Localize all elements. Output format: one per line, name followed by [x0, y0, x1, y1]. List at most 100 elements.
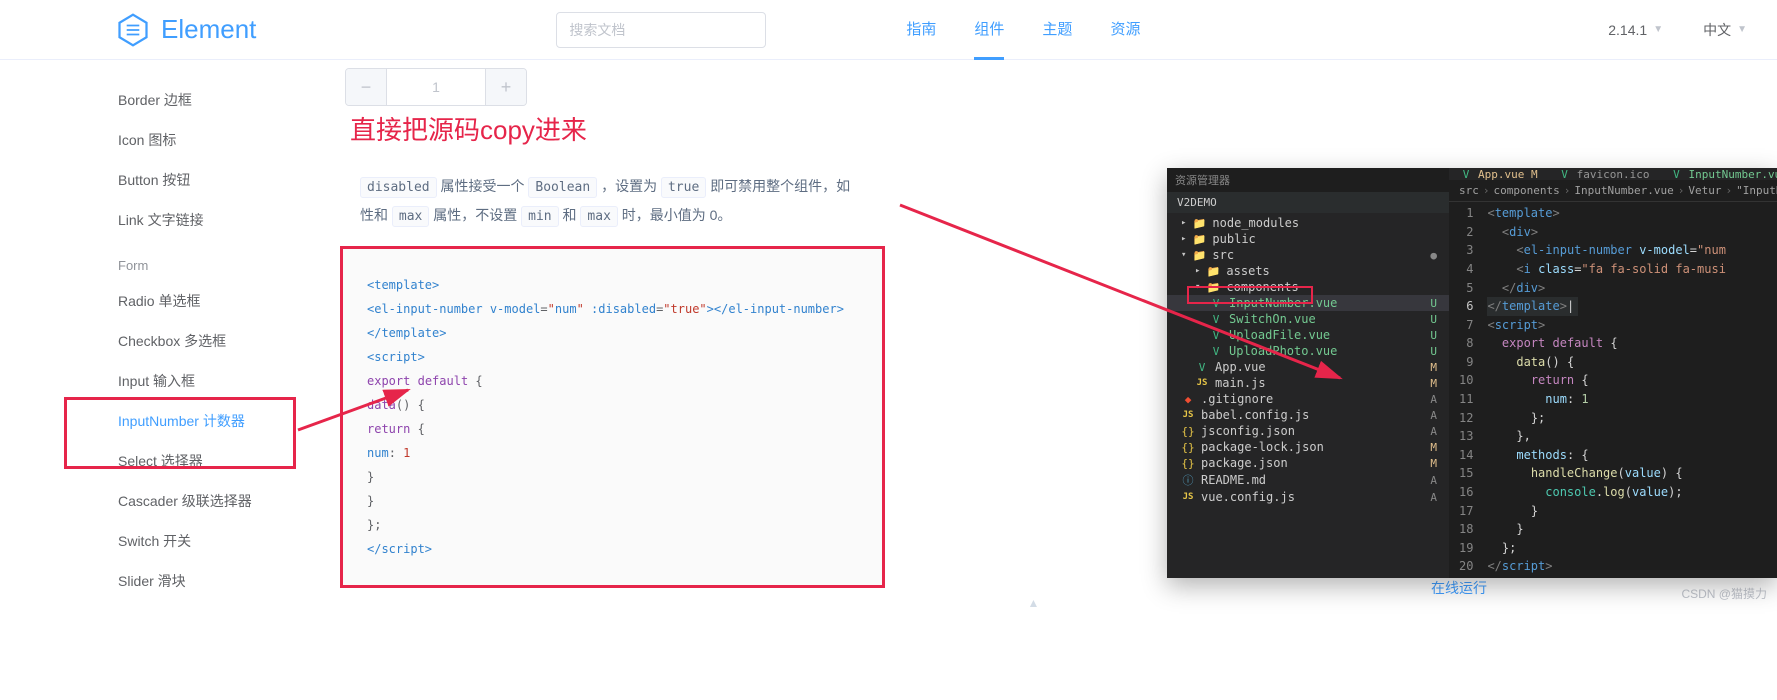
vscode-breadcrumb[interactable]: src›components›InputNumber.vue›Vetur›"In… — [1449, 180, 1777, 202]
sidebar-item[interactable]: Slider 滑块 — [118, 561, 290, 601]
file-tree-item[interactable]: JSmain.jsM — [1167, 375, 1449, 391]
editor-tab[interactable]: VApp.vue M — [1449, 168, 1548, 180]
nav-item[interactable]: 主题 — [1042, 0, 1072, 60]
folder-icon: 📁 — [1206, 265, 1220, 278]
decrease-button[interactable]: − — [346, 69, 386, 105]
file-tree-item[interactable]: VSwitchOn.vueU — [1167, 311, 1449, 327]
example-code-block: <template> <el-input-number v-model="num… — [340, 246, 885, 588]
code-line: } — [1487, 520, 1725, 539]
code-line: }; — [367, 513, 858, 537]
sidebar-item[interactable]: Switch 开关 — [118, 521, 290, 561]
code-line: } — [367, 489, 858, 513]
file-tree-item[interactable]: ▸📁assets — [1167, 263, 1449, 279]
file-tree-item[interactable]: ▸📁public — [1167, 231, 1449, 247]
file-tree-item[interactable]: VUploadFile.vueU — [1167, 327, 1449, 343]
file-tree-item[interactable]: ▾📁src● — [1167, 247, 1449, 263]
sidebar-item[interactable]: Cascader 级联选择器 — [118, 481, 290, 521]
brand-logo[interactable]: Element — [115, 12, 256, 48]
json-icon: {} — [1181, 457, 1195, 470]
vscode-code-lines: <template> <div> <el-input-number v-mode… — [1487, 202, 1725, 578]
folder-icon: 📁 — [1192, 249, 1206, 262]
code-line: data() { — [1487, 353, 1725, 372]
sidebar-item[interactable]: Radio 单选框 — [118, 281, 290, 321]
language-dropdown[interactable]: 中文 ▼ — [1703, 20, 1747, 40]
folder-icon: 📁 — [1192, 233, 1206, 246]
file-tree-item[interactable]: VUploadPhoto.vueU — [1167, 343, 1449, 359]
file-tree-item[interactable]: ▸📁node_modules — [1167, 215, 1449, 231]
version-label: 2.14.1 — [1608, 22, 1647, 38]
top-nav: 指南组件主题资源 — [906, 0, 1140, 60]
sidebar-item[interactable]: Border 边框 — [118, 80, 290, 120]
sidebar-item[interactable]: Icon 图标 — [118, 120, 290, 160]
vscode-explorer: 资源管理器 V2DEMO ▸📁node_modules▸📁public▾📁src… — [1167, 168, 1449, 578]
code-line: <i class="fa fa-solid fa-musi — [1487, 260, 1725, 279]
main-content: − 1 + 直接把源码copy进来 disabled 属性接受一个 Boolea… — [290, 60, 1777, 610]
nav-item[interactable]: 指南 — [906, 0, 936, 60]
code-line: </template>| — [1487, 297, 1725, 316]
vscode-editor: VApp.vue MVfavicon.icoVInputNumber.vue U… — [1449, 168, 1777, 578]
sidebar-item[interactable]: Select 选择器 — [118, 441, 290, 481]
vue-icon: V — [1209, 297, 1223, 310]
file-tree-item[interactable]: {}jsconfig.jsonA — [1167, 423, 1449, 439]
code-line: handleChange(value) { — [1487, 464, 1725, 483]
collapse-icon[interactable]: ▲ — [320, 596, 1747, 610]
vscode-project-name[interactable]: V2DEMO — [1167, 192, 1449, 213]
info-icon: ⓘ — [1181, 472, 1195, 488]
file-tree-item[interactable]: ⓘREADME.mdA — [1167, 471, 1449, 489]
vscode-file-tree: ▸📁node_modules▸📁public▾📁src●▸📁assets▾📁co… — [1167, 213, 1449, 507]
vscode-code-area[interactable]: 1234567891011121314151617181920 <templat… — [1449, 202, 1777, 578]
sidebar-item[interactable]: Button 按钮 — [118, 160, 290, 200]
search-wrap — [556, 12, 766, 48]
js-icon: JS — [1181, 410, 1195, 420]
increase-button[interactable]: + — [486, 69, 526, 105]
sidebar-item[interactable]: Input 输入框 — [118, 361, 290, 401]
search-input[interactable] — [556, 12, 766, 48]
sidebar-item[interactable]: InputNumber 计数器 — [118, 401, 290, 441]
code-line: <script> — [367, 345, 858, 369]
js-icon: JS — [1181, 492, 1195, 502]
language-label: 中文 — [1703, 20, 1731, 40]
code-line: }; — [1487, 409, 1725, 428]
code-line: console.log(value); — [1487, 483, 1725, 502]
file-tree-item[interactable]: VApp.vueM — [1167, 359, 1449, 375]
js-icon: JS — [1195, 378, 1209, 388]
nav-item[interactable]: 组件 — [974, 0, 1004, 60]
code-line: num: 1 — [367, 441, 858, 465]
file-tree-item[interactable]: ▾📁components — [1167, 279, 1449, 295]
editor-tab[interactable]: VInputNumber.vue U — [1659, 168, 1777, 180]
chevron-down-icon: ▼ — [1653, 24, 1663, 35]
file-tree-item[interactable]: {}package.jsonM — [1167, 455, 1449, 471]
online-run-link[interactable]: 在线运行 — [1431, 578, 1487, 598]
header: Element 指南组件主题资源 2.14.1 ▼ 中文 ▼ — [0, 0, 1777, 60]
code-tag-disabled: disabled — [360, 177, 437, 198]
code-line: }, — [1487, 427, 1725, 446]
header-right: 2.14.1 ▼ 中文 ▼ — [1608, 20, 1747, 40]
file-tree-item[interactable]: VInputNumber.vueU — [1167, 295, 1449, 311]
vscode-panel: 资源管理器 V2DEMO ▸📁node_modules▸📁public▾📁src… — [1167, 168, 1777, 578]
vue-icon: V — [1209, 329, 1223, 342]
code-tag-max: max — [392, 206, 429, 227]
input-number-demo: − 1 + — [345, 68, 527, 106]
version-dropdown[interactable]: 2.14.1 ▼ — [1608, 20, 1663, 40]
nav-item[interactable]: 资源 — [1110, 0, 1140, 60]
sidebar: Border 边框Icon 图标Button 按钮Link 文字链接FormRa… — [0, 60, 290, 610]
vscode-gutter: 1234567891011121314151617181920 — [1449, 202, 1487, 578]
editor-tab[interactable]: Vfavicon.ico — [1548, 168, 1660, 180]
code-line: </template> — [367, 321, 858, 345]
file-tree-item[interactable]: {}package-lock.jsonM — [1167, 439, 1449, 455]
code-tag-true: true — [661, 177, 706, 198]
brand-name: Element — [161, 14, 256, 45]
sidebar-item[interactable]: Link 文字链接 — [118, 200, 290, 240]
vue-icon: V — [1669, 168, 1683, 180]
element-logo-icon — [115, 12, 151, 48]
file-tree-item[interactable]: ◆.gitignoreA — [1167, 391, 1449, 407]
code-line: } — [1487, 502, 1725, 521]
sidebar-item[interactable]: Checkbox 多选框 — [118, 321, 290, 361]
code-line: <el-input-number v-model="num — [1487, 241, 1725, 260]
file-tree-item[interactable]: JSbabel.config.jsA — [1167, 407, 1449, 423]
file-tree-item[interactable]: JSvue.config.jsA — [1167, 489, 1449, 505]
vue-icon: V — [1195, 361, 1209, 374]
code-line: data() { — [367, 393, 858, 417]
code-line: num: 1 — [1487, 390, 1725, 409]
vue-icon: V — [1209, 313, 1223, 326]
